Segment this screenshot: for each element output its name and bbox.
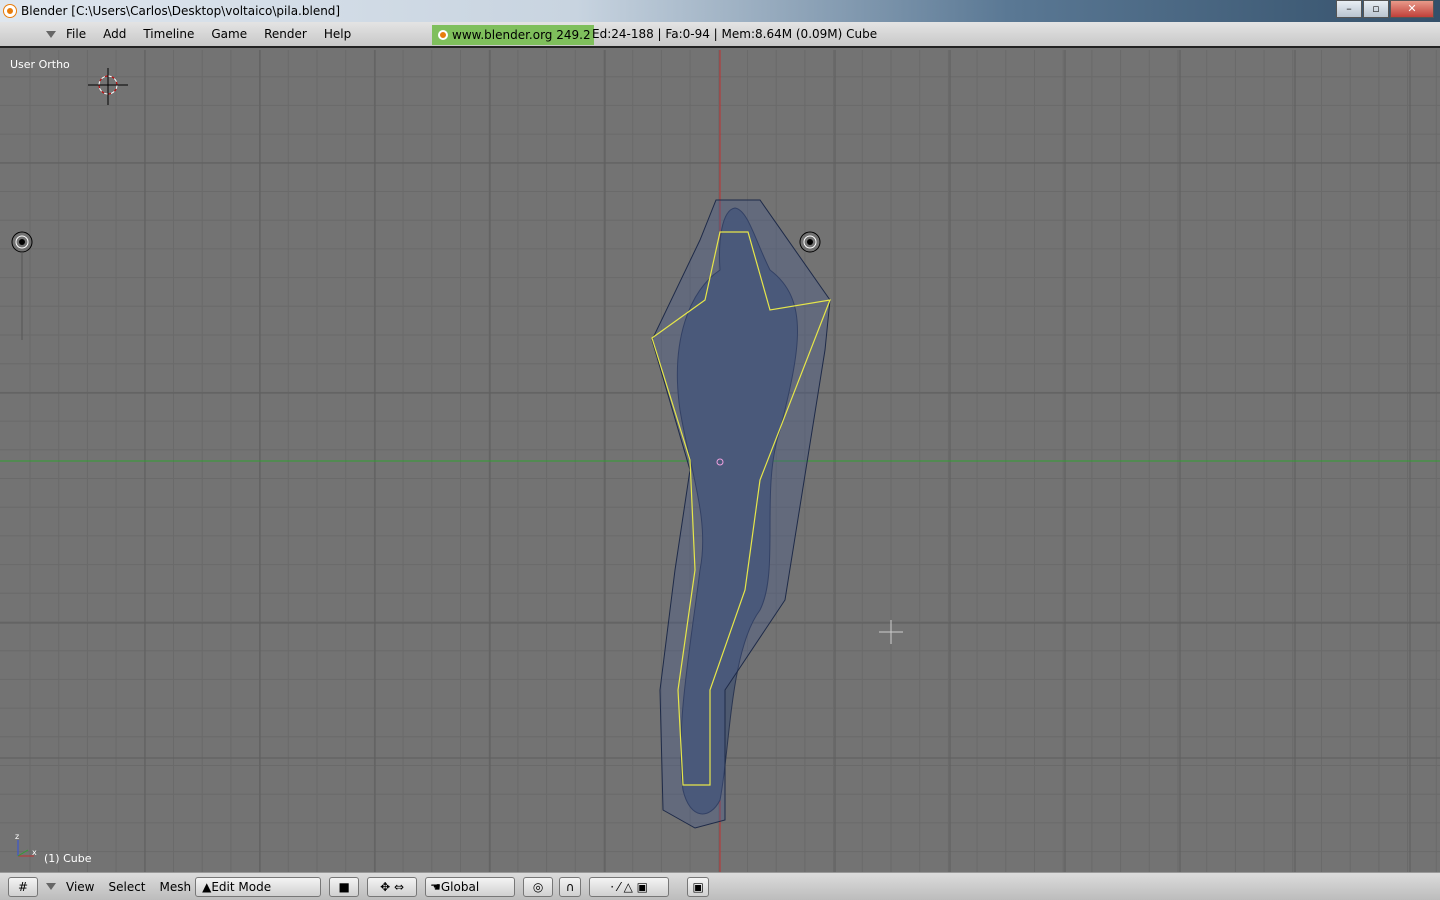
mode-value: Edit Mode bbox=[211, 879, 272, 894]
version-text: www.blender.org 249.2 bbox=[452, 28, 591, 42]
hand-icon: ☚ bbox=[430, 879, 441, 894]
menu-timeline[interactable]: Timeline bbox=[143, 27, 194, 41]
render-preview-icon[interactable]: ▣ bbox=[687, 876, 710, 897]
edit-mode-icon: ▲ bbox=[202, 879, 212, 894]
minimize-button[interactable]: – bbox=[1336, 0, 1362, 18]
window-title: Blender [C:\Users\Carlos\Desktop\voltaic… bbox=[21, 4, 341, 18]
menu-bar: File Add Timeline Game Render Help www.b… bbox=[0, 22, 1440, 48]
menu-game[interactable]: Game bbox=[211, 27, 247, 41]
pivot-icon[interactable]: ✥ ⇔ bbox=[367, 876, 418, 897]
version-badge[interactable]: www.blender.org 249.2 bbox=[432, 25, 594, 45]
header-toolbar: # View Select Mesh ▲ Edit Mode ■ ✥ ⇔ ☚ Gl… bbox=[0, 872, 1440, 900]
draw-type-icon[interactable]: ■ bbox=[329, 876, 360, 897]
select-mode-buttons[interactable]: · ⁄ △ ▣ bbox=[589, 876, 670, 897]
menu-help[interactable]: Help bbox=[324, 27, 351, 41]
collapse-header-icon[interactable] bbox=[46, 883, 56, 890]
blender-logo-icon bbox=[438, 30, 448, 40]
viewport-canvas[interactable] bbox=[0, 50, 1440, 872]
mode-select[interactable]: ▲ Edit Mode bbox=[195, 876, 322, 897]
maximize-button[interactable]: ▫ bbox=[1363, 0, 1389, 18]
menu-file[interactable]: File bbox=[66, 27, 86, 41]
menu-add[interactable]: Add bbox=[103, 27, 126, 41]
close-button[interactable]: ✕ bbox=[1390, 0, 1434, 18]
proportional-edit-icon[interactable]: ◎ bbox=[523, 876, 554, 897]
menu-view[interactable]: View bbox=[66, 880, 94, 894]
editor-type-grid-icon[interactable]: # bbox=[8, 876, 38, 897]
menu-mesh[interactable]: Mesh bbox=[160, 880, 192, 894]
view-label: User Ortho bbox=[10, 58, 70, 71]
scene-stats: Ed:24-188 | Fa:0-94 | Mem:8.64M (0.09M) … bbox=[592, 27, 878, 41]
collapse-menu-icon[interactable] bbox=[46, 30, 56, 38]
axis-z-label: z bbox=[15, 832, 20, 841]
menu-render[interactable]: Render bbox=[264, 27, 307, 41]
orientation-value: Global bbox=[440, 879, 480, 894]
axis-x-label: x bbox=[32, 848, 37, 857]
3d-viewport[interactable]: User Ortho (1) Cube z x bbox=[0, 50, 1440, 872]
title-bar: Blender [C:\Users\Carlos\Desktop\voltaic… bbox=[0, 0, 1440, 22]
snap-magnet-icon[interactable]: ∩ bbox=[559, 876, 582, 897]
object-label: (1) Cube bbox=[44, 852, 92, 865]
blender-logo-icon bbox=[4, 5, 16, 17]
orientation-select[interactable]: ☚ Global bbox=[425, 876, 516, 897]
menu-select[interactable]: Select bbox=[108, 880, 145, 894]
